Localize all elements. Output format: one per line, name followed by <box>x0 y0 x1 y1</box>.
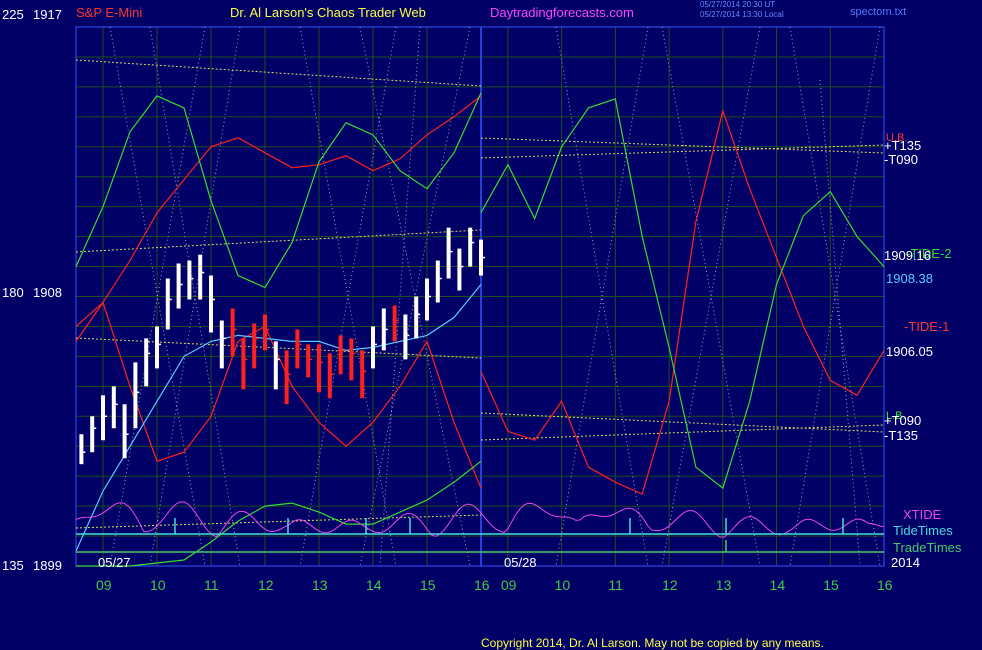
day2-label: 05/28 <box>504 555 537 570</box>
x-tick-label: 14 <box>366 577 382 593</box>
copyright: Copyright 2014, Dr. Al Larson. May not b… <box>481 636 824 650</box>
guide-diagonal <box>819 79 861 567</box>
x-tick-label: 12 <box>662 577 678 593</box>
tide1-value: 1906.05 <box>886 344 933 359</box>
x-tick-label: 11 <box>608 577 623 593</box>
y-price-top: 1917 <box>33 7 62 22</box>
day1-label: 05/27 <box>98 555 131 570</box>
x-tick-label: 10 <box>554 577 571 593</box>
channel-line <box>75 514 482 529</box>
x-tick-label: 13 <box>715 577 732 593</box>
channel-line <box>480 137 885 154</box>
series-line-tide2-day1 <box>75 92 482 289</box>
x-tick-label: 15 <box>420 577 436 593</box>
tidetimes-label: TideTimes <box>893 523 953 538</box>
y-price-mid: 1908 <box>33 285 62 300</box>
x-tick-label: 11 <box>204 577 219 593</box>
timestamp-ut: 05/27/2014 20:30 UT <box>700 0 776 9</box>
site-url[interactable]: Daytradingforecasts.com <box>490 6 634 20</box>
channel-line <box>480 424 885 441</box>
instrument-title: S&P E-Mini <box>76 5 143 20</box>
site-title: Dr. Al Larson's Chaos Trader Web <box>230 5 426 20</box>
tradetimes-label: TradeTimes <box>893 540 962 555</box>
year-label: 2014 <box>891 555 920 570</box>
y-index-top: 225 <box>2 7 24 22</box>
upper-name-label: U.B. <box>886 132 908 144</box>
file-name: spectom.txt <box>850 6 907 18</box>
x-tick-label: 10 <box>150 577 166 593</box>
channel-line <box>75 59 482 87</box>
x-tick-label: 12 <box>258 577 274 593</box>
x-tick-label: 13 <box>312 577 328 593</box>
x-tick-label: 14 <box>769 577 786 593</box>
x-tick-label: 16 <box>474 577 490 593</box>
series-line--TIDE-1 <box>480 108 885 495</box>
x-tick-label: 16 <box>877 577 893 593</box>
cyan-value: 1908.38 <box>886 271 933 286</box>
y-price-bottom: 1899 <box>33 558 62 573</box>
tide1-label: -TIDE-1 <box>904 319 950 334</box>
lower-t135-label: -T135 <box>884 428 918 443</box>
chart-canvas <box>75 26 885 567</box>
timestamp-local: 05/27/2014 13:30 Local <box>700 10 784 19</box>
tide2-value: 1909.16 <box>884 248 931 263</box>
chart-root: S&P E-Mini Dr. Al Larson's Chaos Trader … <box>0 0 982 650</box>
xtide-label: XTIDE <box>903 507 942 522</box>
x-tick-label: 15 <box>823 577 839 593</box>
series-line-tide1-day1 <box>75 95 482 327</box>
series-line-tide2-lower-day1 <box>76 460 482 567</box>
upper-t090-label: -T090 <box>884 152 918 167</box>
x-tick-label: 09 <box>500 577 517 593</box>
y-index-mid: 180 <box>2 285 24 300</box>
y-index-bottom: 135 <box>2 558 24 573</box>
lower-t090-label: +T090 <box>884 413 922 428</box>
x-tick-label: 09 <box>96 577 112 593</box>
